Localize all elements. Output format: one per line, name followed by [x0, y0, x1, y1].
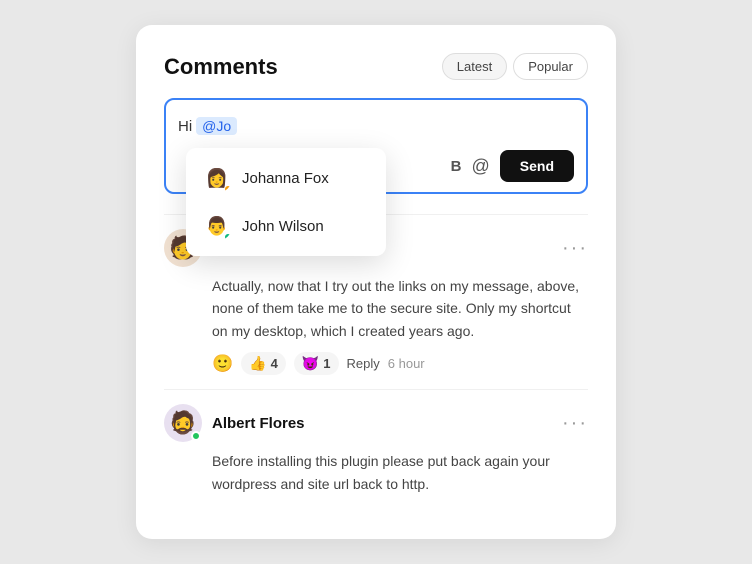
comments-card: Comments Latest Popular Hi @Jo 👩 Johanna…: [136, 25, 616, 539]
mention-dropdown: 👩 Johanna Fox 👨 John Wilson: [186, 148, 386, 256]
floyd-smiley-reaction[interactable]: 🙂: [212, 354, 233, 374]
johanna-avatar: 👩: [202, 163, 232, 193]
send-button[interactable]: Send: [500, 150, 574, 182]
albert-online-dot: [191, 431, 201, 441]
albert-comment-body: Before installing this plugin please put…: [212, 450, 588, 495]
johanna-name: Johanna Fox: [242, 170, 329, 187]
floyd-thumbsup-badge[interactable]: 👍 4: [241, 352, 286, 375]
input-prefix-text: Hi: [178, 118, 192, 135]
thumbsup-count: 4: [271, 356, 278, 371]
page-title: Comments: [164, 54, 278, 80]
filter-buttons: Latest Popular: [442, 53, 588, 80]
at-button[interactable]: @: [471, 156, 489, 177]
floyd-more-button[interactable]: ···: [562, 238, 588, 258]
comment-2: 🧔 Albert Flores ··· Before installing th…: [164, 389, 588, 519]
albert-avatar: 🧔: [164, 404, 202, 442]
comment-2-user: 🧔 Albert Flores: [164, 404, 305, 442]
popular-button[interactable]: Popular: [513, 53, 588, 80]
bold-button[interactable]: B: [451, 158, 462, 175]
johanna-status-dot: [224, 185, 232, 193]
floyd-time: 6 hour: [388, 356, 425, 371]
mention-item-johanna[interactable]: 👩 Johanna Fox: [186, 154, 386, 202]
floyd-comment-body: Actually, now that I try out the links o…: [212, 275, 588, 342]
floyd-reactions: 🙂 👍 4 😈 1 Reply 6 hour: [212, 352, 588, 375]
thumbsup-emoji: 👍: [249, 355, 266, 372]
mention-item-john[interactable]: 👨 John Wilson: [186, 202, 386, 250]
card-header: Comments Latest Popular: [164, 53, 588, 80]
devil-emoji: 😈: [302, 355, 319, 372]
comment-input-display[interactable]: Hi @Jo: [178, 110, 574, 142]
john-name: John Wilson: [242, 218, 324, 235]
albert-name: Albert Flores: [212, 415, 305, 432]
floyd-reply-button[interactable]: Reply: [347, 356, 380, 371]
john-status-dot: [224, 233, 232, 241]
latest-button[interactable]: Latest: [442, 53, 507, 80]
floyd-devil-badge[interactable]: 😈 1: [294, 352, 339, 375]
john-avatar: 👨: [202, 211, 232, 241]
comments-list: 🧑 Floyd Miles ··· Actually, now that I t…: [164, 214, 588, 519]
albert-more-button[interactable]: ···: [562, 413, 588, 433]
comment-2-header: 🧔 Albert Flores ···: [164, 404, 588, 442]
devil-count: 1: [323, 356, 330, 371]
comment-input-wrapper: Hi @Jo 👩 Johanna Fox 👨 John Wilson B: [164, 98, 588, 194]
mention-tag: @Jo: [196, 117, 237, 135]
